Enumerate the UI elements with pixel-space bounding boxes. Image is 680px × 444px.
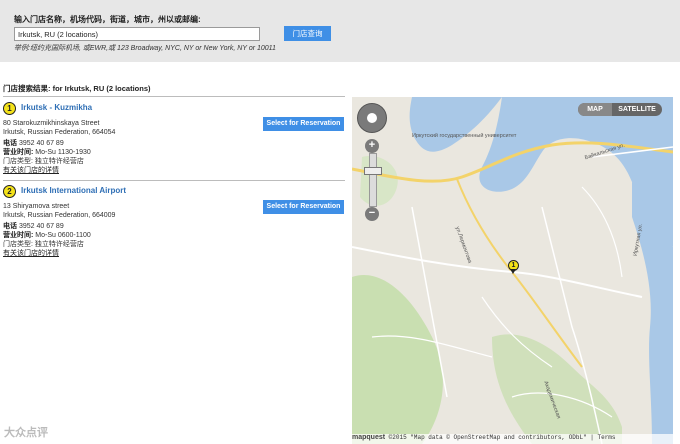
details-link[interactable]: 有关该门店的详情 xyxy=(3,248,59,258)
map-attribution: mapquest ©2015 "Map data © OpenStreetMap… xyxy=(352,434,673,444)
watermark: 大众点评 xyxy=(4,427,48,439)
select-reservation-button[interactable]: Select for Reservation xyxy=(263,200,344,214)
map-type-map-button[interactable]: MAP xyxy=(578,103,612,116)
map-zoom-control: + − xyxy=(357,103,387,223)
map-view[interactable]: Иркутский государственный университет Ба… xyxy=(352,97,673,444)
map-label-university: Иркутский государственный университет xyxy=(412,133,517,139)
location-city: Irkutsk, Russian Federation, 664054 xyxy=(3,129,116,136)
location-pin-icon: 1 xyxy=(3,102,16,115)
location-street: 80 Starokuzmikhinskaya Street xyxy=(3,120,100,127)
location-pin-icon: 2 xyxy=(3,185,16,198)
zoom-slider-handle[interactable] xyxy=(364,167,382,175)
zoom-slider[interactable] xyxy=(369,153,377,207)
map-pin-tail xyxy=(510,269,516,274)
type-label: 门店类型: xyxy=(3,158,33,165)
phone-value: 3952 40 67 89 xyxy=(18,223,64,230)
search-panel: 输入门店名称，机场代码，街道，城市，州以或邮编: 门店查询 举例:纽约克国际机场… xyxy=(0,0,680,62)
hours-value: Mo-Su 1130-1930 xyxy=(35,149,91,156)
location-name-link[interactable]: Irkutsk - Kuzmikha xyxy=(21,103,92,112)
divider xyxy=(3,96,345,97)
zoom-out-button[interactable]: − xyxy=(365,207,379,221)
map-type-satellite-button[interactable]: SATELLITE xyxy=(612,103,662,116)
map-type-toggle: MAP SATELLITE xyxy=(578,103,662,116)
phone-label: 电话 xyxy=(3,223,17,230)
result-item: 2 Irkutsk International Airport 13 Shiry… xyxy=(3,185,345,261)
store-search-button[interactable]: 门店查询 xyxy=(284,26,331,41)
hours-label: 营业时间: xyxy=(3,149,34,156)
hours-value: Mo-Su 0600-1100 xyxy=(35,232,91,239)
type-label: 门店类型: xyxy=(3,241,33,248)
select-reservation-button[interactable]: Select for Reservation xyxy=(263,117,344,131)
location-name-link[interactable]: Irkutsk International Airport xyxy=(21,186,126,195)
results-title: 门店搜索结果: for Irkutsk, RU (2 locations) xyxy=(3,84,151,93)
hours-label: 营业时间: xyxy=(3,232,34,239)
attribution-text[interactable]: ©2015 "Map data © OpenStreetMap and cont… xyxy=(389,434,616,441)
search-hint: 举例:纽约克国际机场, 或EWR,或 123 Broadway, NYC, NY… xyxy=(14,45,276,52)
phone-value: 3952 40 67 89 xyxy=(18,140,64,147)
mapquest-logo: mapquest xyxy=(352,434,386,441)
phone-label: 电话 xyxy=(3,140,17,147)
location-street: 13 Shiryamova street xyxy=(3,203,70,210)
divider xyxy=(3,180,345,181)
pan-control-icon[interactable] xyxy=(357,103,387,133)
search-input[interactable] xyxy=(14,27,260,41)
type-value: 独立特许经营店 xyxy=(34,158,84,165)
location-city: Irkutsk, Russian Federation, 664009 xyxy=(3,212,116,219)
zoom-in-button[interactable]: + xyxy=(365,139,379,153)
result-item: 1 Irkutsk - Kuzmikha 80 Starokuzmikhinsk… xyxy=(3,102,345,178)
details-link[interactable]: 有关该门店的详情 xyxy=(3,165,59,175)
type-value: 独立特许经营店 xyxy=(34,241,84,248)
search-label: 输入门店名称，机场代码，街道，城市，州以或邮编: xyxy=(14,15,201,24)
